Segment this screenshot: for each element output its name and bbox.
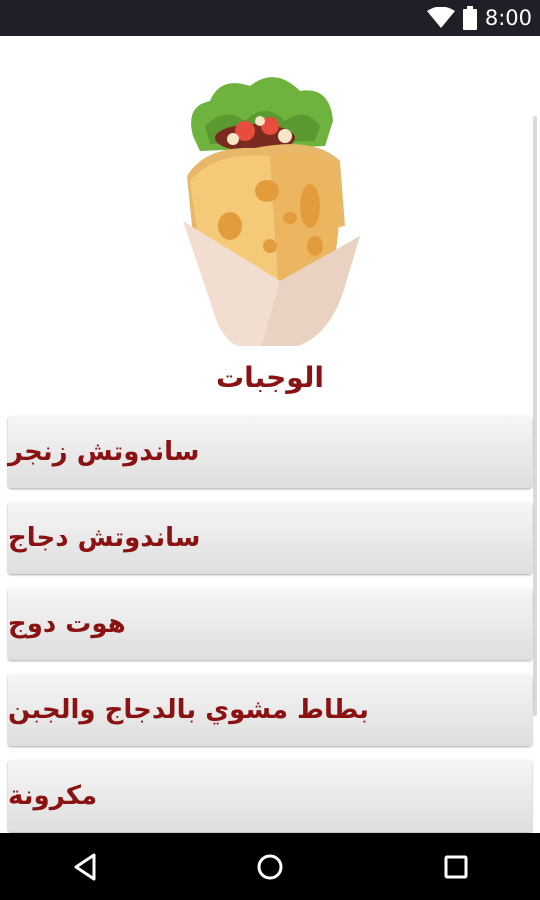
- wrap-sandwich-image: [183, 77, 360, 346]
- status-time: 8:00: [484, 6, 532, 30]
- meal-item-label: هوت دوج: [8, 609, 126, 639]
- meal-item-label: مكرونة: [8, 781, 98, 811]
- meal-item-baked-potato[interactable]: بطاط مشوي بالدجاج والجبن: [8, 674, 532, 746]
- status-bar: 8:00: [0, 0, 540, 36]
- navigation-bar: [0, 833, 540, 900]
- home-icon[interactable]: [250, 847, 290, 887]
- meal-item-pasta[interactable]: مكرونة: [8, 760, 532, 832]
- meal-item-zinger-sandwich[interactable]: ساندوتش زنجر: [8, 416, 532, 488]
- page-title: الوجبات: [216, 361, 324, 394]
- meal-item-chicken-sandwich[interactable]: ساندوتش دجاج: [8, 502, 532, 574]
- meals-list: ساندوتش زنجر ساندوتش دجاج هوت دوج بطاط م…: [8, 416, 532, 833]
- meal-item-label: بطاط مشوي بالدجاج والجبن: [8, 695, 369, 725]
- meal-item-label: ساندوتش دجاج: [8, 523, 201, 553]
- main-content[interactable]: الوجبات ساندوتش زنجر ساندوتش دجاج هوت دو…: [0, 36, 540, 833]
- battery-icon: [462, 6, 477, 30]
- recents-icon[interactable]: [436, 847, 476, 887]
- wifi-icon: [426, 7, 455, 28]
- back-icon[interactable]: [66, 847, 106, 887]
- status-icons: 8:00: [426, 0, 532, 36]
- scrollbar[interactable]: [533, 116, 537, 716]
- meal-item-hot-dog[interactable]: هوت دوج: [8, 588, 532, 660]
- meal-item-label: ساندوتش زنجر: [8, 437, 200, 467]
